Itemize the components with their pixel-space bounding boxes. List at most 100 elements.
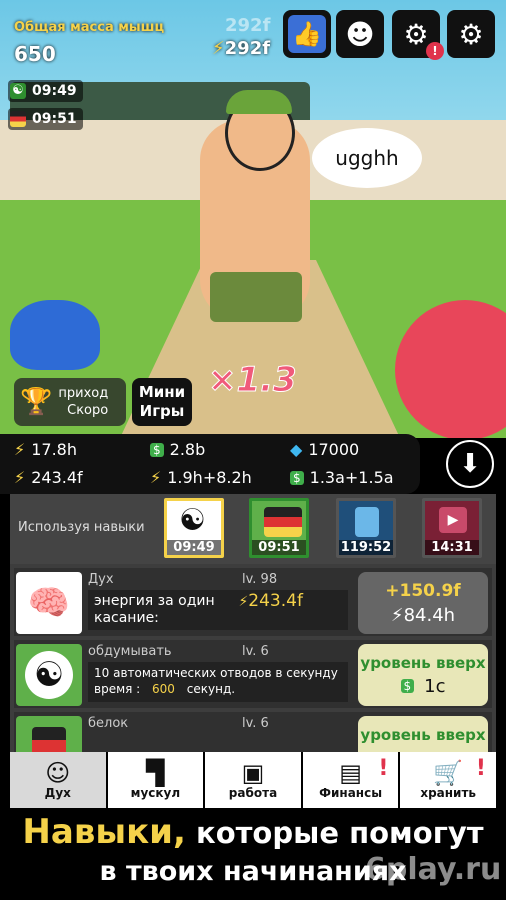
thumbs-up-icon: 👍 [288, 15, 326, 53]
item-name: белок [88, 716, 129, 731]
skill-slot-water[interactable]: 119:52 [336, 498, 396, 558]
stat-cash: $2.8b [150, 440, 205, 459]
stat-energy-value: 17.8h [31, 440, 77, 459]
muscle-mass-value: 650 [14, 42, 56, 66]
brain-icon: 🧠 [16, 572, 82, 634]
gear-icon: ⚙ [458, 17, 484, 51]
lightning-icon: ⚡ [212, 38, 225, 59]
item-duration-value: 600 [152, 682, 175, 696]
head-icon: ☺ [45, 759, 71, 787]
list-item-spirit: 🧠 Дух lv. 98 энергия за один касание: ⚡2… [14, 568, 492, 636]
alert-icon: ! [378, 756, 389, 781]
item-desc-value: 243.4f [248, 591, 303, 611]
energy-ghost-value: 292f [225, 15, 271, 36]
item-duration-label: время : [94, 682, 141, 696]
tab-spirit[interactable]: ☺ Дух [10, 752, 106, 808]
promo-caption-line1: Навыки, которые помогут [0, 812, 506, 852]
water-bottle-icon [355, 507, 379, 537]
stat-tap-energy: ⚡ 243.4f [14, 468, 83, 487]
buff-timer-text: 09:51 [32, 111, 77, 127]
lightning-icon: ⚡ [390, 604, 404, 626]
arrow-down-icon: ⬇ [459, 449, 481, 479]
ghost-icon: ☻ [345, 17, 375, 51]
protein-jar-icon [16, 716, 82, 752]
game-scene[interactable]: ugghh ×1.3 [0, 0, 506, 438]
list-item-meditate: ☯ обдумывать lv. 6 10 автоматических отв… [14, 640, 492, 708]
bottom-nav: ☺ Дух ▜ мускул ▣ работа ▤ Финансы ! 🛒 хр… [10, 752, 496, 808]
income-text: приход Скоро [58, 385, 108, 419]
tab-work[interactable]: ▣ работа [205, 752, 301, 808]
stat-cash-time: $1.3a+1.5a [290, 468, 394, 487]
level-up-cost: $ 1c [400, 675, 446, 697]
speech-bubble: ugghh [312, 128, 422, 188]
buff-timer-text: 09:49 [32, 83, 77, 99]
income-label: приход [58, 386, 109, 401]
mini-games-button[interactable]: Мини Игры [132, 378, 192, 426]
skill-slot-time: 14:31 [425, 540, 479, 555]
cash-icon: $ [150, 442, 164, 457]
level-up-cost-value: 1c [424, 675, 446, 697]
energy-value-text: 292f [224, 38, 271, 59]
skill-slot-protein[interactable]: 09:51 [249, 498, 309, 558]
collapse-button[interactable]: ⬇ [446, 440, 494, 488]
settings-button[interactable]: ⚙ [447, 10, 495, 58]
stat-tap-energy-value: 243.4f [31, 468, 83, 487]
muscle-man-shorts [210, 272, 302, 322]
tab-label: Дух [44, 786, 71, 800]
level-up-label: уровень вверх [360, 653, 486, 672]
item-desc-line2: время : 600 секунд. [94, 681, 342, 697]
stat-energy-time: ⚡ 1.9h+8.2h [150, 468, 252, 487]
tap-lightning-icon: ⚡ [238, 594, 249, 610]
level-up-meditate-button[interactable]: уровень вверх $ 1c [358, 644, 488, 706]
upgrade-cost-value: 84.4h [403, 604, 456, 626]
level-up-label: уровень вверх [360, 726, 486, 744]
skill-slot-video[interactable]: ▶ 14:31 [422, 498, 482, 558]
item-name: обдумывать [88, 644, 172, 659]
upgrade-spirit-button[interactable]: +150.9f ⚡84.4h [358, 572, 488, 634]
muscle-mass-label: Общая масса мышц [14, 20, 165, 35]
protein-jar-icon [264, 507, 302, 537]
stat-energy-time-value: 1.9h+8.2h [167, 468, 252, 487]
buff-timer-yinyang: ☯ 09:49 [8, 80, 83, 102]
list-item-protein: белок lv. 6 уровень вверх [14, 712, 492, 752]
tab-muscle[interactable]: ▜ мускул [107, 752, 204, 808]
buff-timer-protein: 09:51 [8, 108, 83, 130]
tab-store[interactable]: 🛒 хранить ! [400, 752, 496, 808]
promo-rest: которые помогут [196, 816, 484, 850]
stat-gems-value: 17000 [308, 440, 360, 459]
tab-finance[interactable]: ▤ Финансы ! [302, 752, 399, 808]
level-up-protein-button[interactable]: уровень вверх [358, 716, 488, 752]
briefcase-icon: ▣ [241, 759, 265, 787]
skill-slot-meditate[interactable]: ☯ 09:49 [164, 498, 224, 558]
active-skills-label: Используя навыки [18, 520, 145, 535]
gear-icon: ⚙ [403, 17, 429, 51]
video-icon: ▶ [439, 507, 467, 533]
clock-lightning-icon: ⚡ [150, 468, 162, 487]
kettlebell-icon [10, 300, 100, 370]
item-duration-unit: секунд. [186, 682, 236, 696]
watermark: 6play.ru [365, 852, 502, 887]
tab-label: работа [228, 786, 278, 800]
active-skills-row: Используя навыки ☯ 09:49 09:51 119:52 ▶ … [10, 494, 496, 564]
item-level: lv. 6 [242, 644, 269, 659]
skill-slot-time: 09:51 [252, 540, 306, 555]
tab-label: хранить [420, 786, 476, 800]
cart-icon: 🛒 [433, 759, 464, 787]
item-level: lv. 6 [242, 716, 269, 731]
income-button[interactable]: 🏆 приход Скоро [14, 378, 126, 426]
like-button[interactable]: 👍 [283, 10, 331, 58]
income-status: Скоро [67, 403, 109, 418]
trophy-icon: 🏆 [20, 387, 53, 417]
tap-lightning-icon: ⚡ [14, 468, 26, 487]
lightning-icon: ⚡ [14, 440, 26, 459]
skill-slot-time: 09:49 [167, 540, 221, 555]
ghost-button[interactable]: ☻ [336, 10, 384, 58]
yin-yang-icon: ☯ [179, 503, 206, 538]
item-desc-text: 10 автоматических отводов в секунду [94, 666, 338, 680]
tab-label: мускул [130, 786, 181, 800]
mini-games-line1: Мини [138, 383, 186, 401]
skill-slot-time: 119:52 [339, 540, 393, 555]
settings-alert-button[interactable]: ⚙ ! [392, 10, 444, 60]
energy-value: ⚡292f [212, 38, 270, 59]
item-desc: энергия за один касание: ⚡243.4f [88, 590, 348, 630]
